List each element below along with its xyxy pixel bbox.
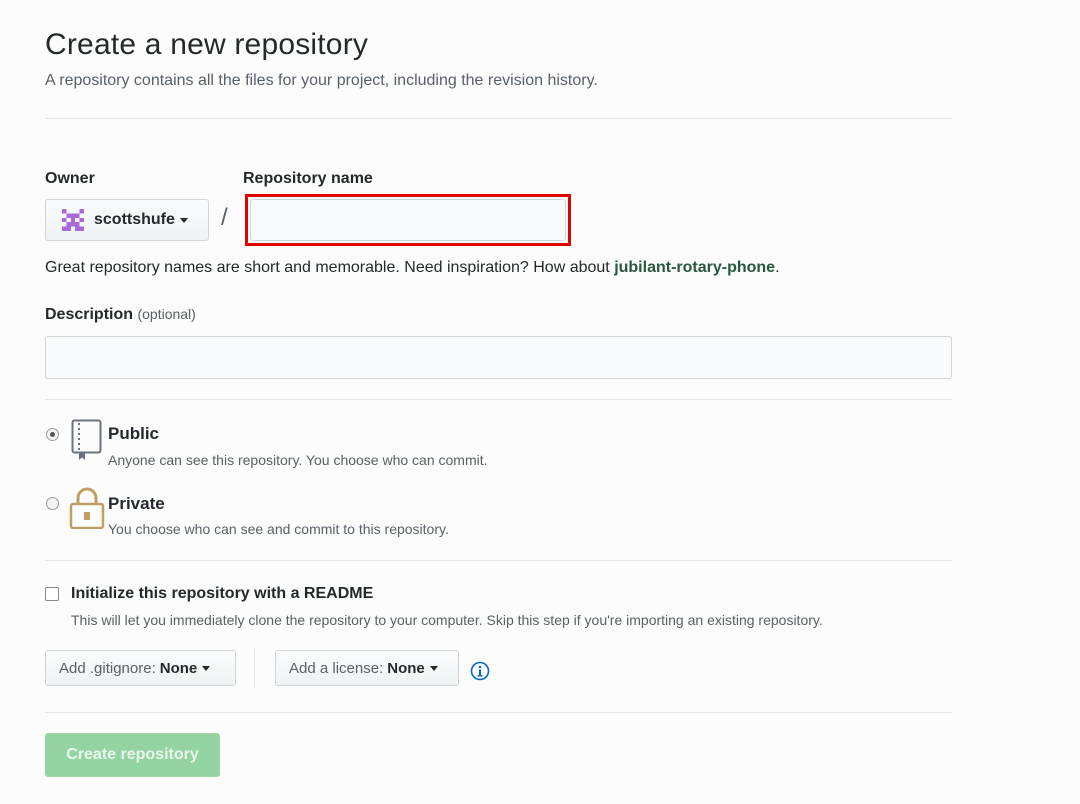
repo-name-hint: Great repository names are short and mem… [45,259,780,277]
readme-description: This will let you immediately clone the … [71,612,823,628]
public-title: Public [108,424,160,443]
readme-title: Initialize this repository with a README [71,585,374,602]
optional-tag: (optional) [137,306,196,322]
owner-label: Owner [45,170,95,187]
repo-name-highlight [245,194,571,246]
description-label-text: Description [45,306,134,323]
description-label: Description (optional) [45,306,196,324]
create-repository-button[interactable]: Create repository [45,733,220,777]
repo-name-input[interactable] [250,199,566,241]
gitignore-value: None [159,659,198,677]
vertical-divider [254,648,255,688]
private-description: You choose who can see and commit to thi… [108,521,449,537]
license-label: Add a license: [289,659,384,677]
gitignore-dropdown[interactable]: Add .gitignore: None [45,650,236,686]
suggested-name-link[interactable]: jubilant-rotary-phone [614,259,775,276]
chevron-down-icon [202,665,211,671]
chevron-down-icon [179,217,188,223]
license-value: None [387,659,425,677]
hint-text: Great repository names are short and mem… [45,259,615,276]
lock-icon [69,487,105,529]
divider [45,399,952,400]
chevron-down-icon [429,665,438,671]
hint-end: . [775,259,780,276]
repo-name-label: Repository name [243,170,373,187]
description-input[interactable] [45,336,952,379]
page-subtitle: A repository contains all the files for … [45,72,598,89]
public-radio[interactable] [46,428,59,441]
identicon-avatar [62,209,84,231]
owner-repo-separator: / [221,204,228,231]
public-description: Anyone can see this repository. You choo… [108,452,488,468]
page-title: Create a new repository [45,28,369,61]
owner-name: scottshufe [94,211,175,228]
divider [45,560,952,561]
readme-checkbox[interactable] [45,587,59,601]
owner-dropdown[interactable]: scottshufe [45,199,209,241]
private-title: Private [108,494,165,513]
gitignore-label: Add .gitignore: [59,659,156,677]
info-icon[interactable] [470,661,490,681]
private-radio[interactable] [46,497,59,510]
license-dropdown[interactable]: Add a license: None [275,650,459,686]
repo-book-icon [71,419,102,460]
divider [45,712,952,713]
divider [45,118,952,119]
